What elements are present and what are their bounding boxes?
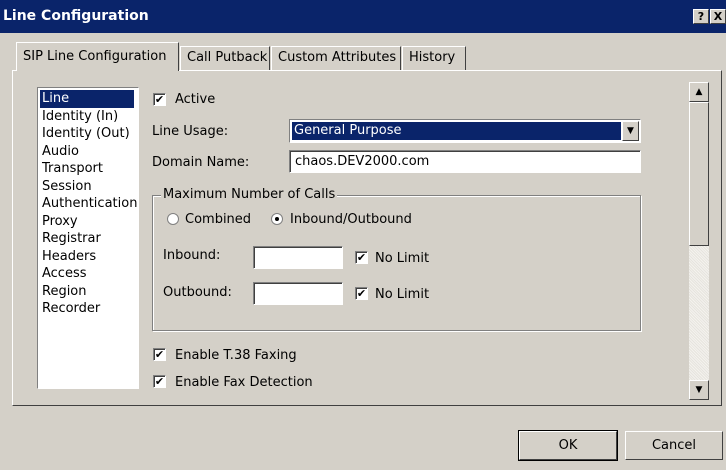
combined-label: Combined <box>185 212 252 227</box>
scroll-up-icon[interactable]: ▲ <box>689 82 709 102</box>
outbound-label: Outbound: <box>163 285 232 300</box>
tab-sip-line-configuration[interactable]: SIP Line Configuration <box>16 42 179 71</box>
title-bar: Line Configuration ? X <box>0 0 726 33</box>
active-label: Active <box>175 92 216 107</box>
category-item-registrar[interactable]: Registrar <box>40 230 138 248</box>
category-item-session[interactable]: Session <box>40 178 138 196</box>
category-item-headers[interactable]: Headers <box>40 248 138 266</box>
category-item-region[interactable]: Region <box>40 283 138 301</box>
scroll-down-icon[interactable]: ▼ <box>689 380 709 400</box>
line-usage-value: General Purpose <box>292 122 621 140</box>
line-usage-label: Line Usage: <box>152 124 229 139</box>
t38-faxing-label: Enable T.38 Faxing <box>175 348 297 363</box>
category-item-proxy[interactable]: Proxy <box>40 213 138 231</box>
category-item-transport[interactable]: Transport <box>40 160 138 178</box>
tab-history[interactable]: History <box>402 46 466 70</box>
category-list[interactable]: Line Identity (In) Identity (Out) Audio … <box>37 87 139 389</box>
category-item-recorder[interactable]: Recorder <box>40 300 138 318</box>
category-item-audio[interactable]: Audio <box>40 143 138 161</box>
combined-radio[interactable] <box>167 213 179 225</box>
tab-custom-attributes[interactable]: Custom Attributes <box>271 46 401 70</box>
category-item-line[interactable]: Line <box>40 90 134 108</box>
t38-faxing-checkbox[interactable]: ✔ <box>153 348 166 361</box>
category-item-authentication[interactable]: Authentication <box>40 195 138 213</box>
close-button[interactable]: X <box>710 9 726 24</box>
scroll-thumb[interactable] <box>689 102 709 246</box>
outbound-no-limit-checkbox[interactable]: ✔ <box>355 287 368 300</box>
inbound-outbound-label: Inbound/Outbound <box>290 212 412 227</box>
vertical-scrollbar[interactable]: ▲ ▼ <box>689 82 709 400</box>
tab-strip: SIP Line Configuration Call Putback Cust… <box>0 40 726 71</box>
line-usage-select[interactable]: General Purpose ▼ <box>289 119 641 143</box>
category-item-identity-in[interactable]: Identity (In) <box>40 108 138 126</box>
ok-button[interactable]: OK <box>518 430 618 461</box>
inbound-label: Inbound: <box>163 248 221 263</box>
cancel-button[interactable]: Cancel <box>625 431 723 460</box>
domain-name-field[interactable] <box>289 150 641 173</box>
category-item-access[interactable]: Access <box>40 265 138 283</box>
inbound-outbound-radio[interactable] <box>271 213 283 225</box>
fax-detection-label: Enable Fax Detection <box>175 375 313 390</box>
help-button[interactable]: ? <box>693 9 709 24</box>
chevron-down-icon[interactable]: ▼ <box>622 121 639 141</box>
tab-call-putback[interactable]: Call Putback <box>180 46 270 70</box>
category-item-identity-out[interactable]: Identity (Out) <box>40 125 138 143</box>
fax-detection-checkbox[interactable]: ✔ <box>153 375 166 388</box>
active-checkbox[interactable]: ✔ <box>153 93 166 106</box>
window-title: Line Configuration <box>3 8 149 24</box>
outbound-field[interactable] <box>253 282 343 305</box>
inbound-no-limit-checkbox[interactable]: ✔ <box>355 251 368 264</box>
inbound-no-limit-label: No Limit <box>375 251 430 266</box>
inbound-field[interactable] <box>253 246 343 269</box>
max-calls-legend: Maximum Number of Calls <box>161 187 338 202</box>
outbound-no-limit-label: No Limit <box>375 287 430 302</box>
domain-name-label: Domain Name: <box>152 155 250 170</box>
